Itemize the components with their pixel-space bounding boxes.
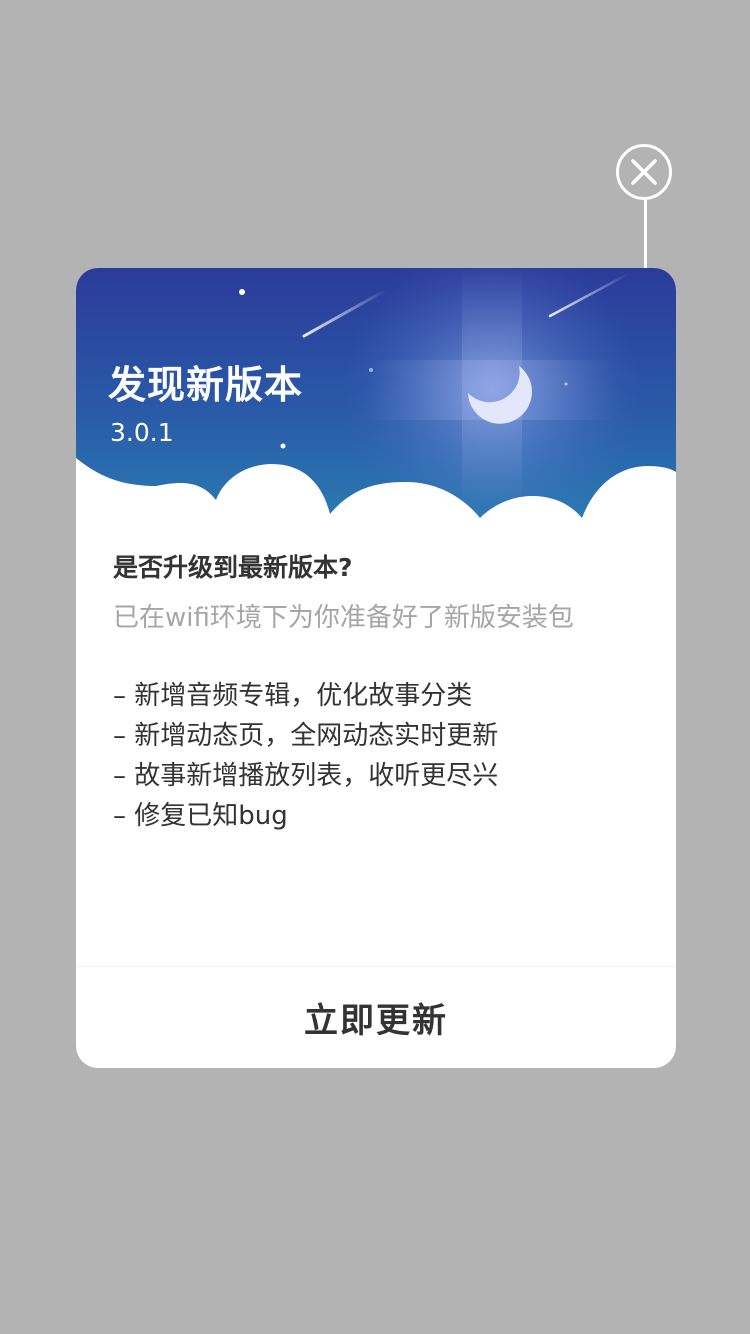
close-connector-line — [644, 200, 647, 270]
upgrade-question: 是否升级到最新版本? — [113, 553, 353, 582]
update-dialog: 发现新版本 3.0.1 是否升级到最新版本? 已在wifi环境下为你准备好了新版… — [76, 268, 676, 1068]
update-now-button[interactable]: 立即更新 — [76, 967, 676, 1068]
wifi-hint-text: 已在wifi环境下为你准备好了新版安装包 — [113, 603, 574, 633]
release-note-item: – 故事新增播放列表，收听更尽兴 — [113, 761, 499, 791]
release-note-item: – 新增音频专辑，优化故事分类 — [113, 681, 473, 711]
release-note-item: – 修复已知bug — [113, 801, 288, 831]
close-icon — [631, 159, 657, 185]
release-notes-list: – 新增音频专辑，优化故事分类 – 新增动态页，全网动态实时更新 – 故事新增播… — [113, 676, 643, 836]
release-note-item: – 新增动态页，全网动态实时更新 — [113, 721, 499, 751]
night-sky-banner: 发现新版本 3.0.1 — [76, 268, 676, 528]
version-number: 3.0.1 — [110, 418, 174, 447]
dialog-content: 是否升级到最新版本? 已在wifi环境下为你准备好了新版安装包 – 新增音频专辑… — [113, 550, 643, 852]
dialog-title: 发现新版本 — [108, 363, 304, 407]
close-button[interactable] — [616, 144, 672, 200]
